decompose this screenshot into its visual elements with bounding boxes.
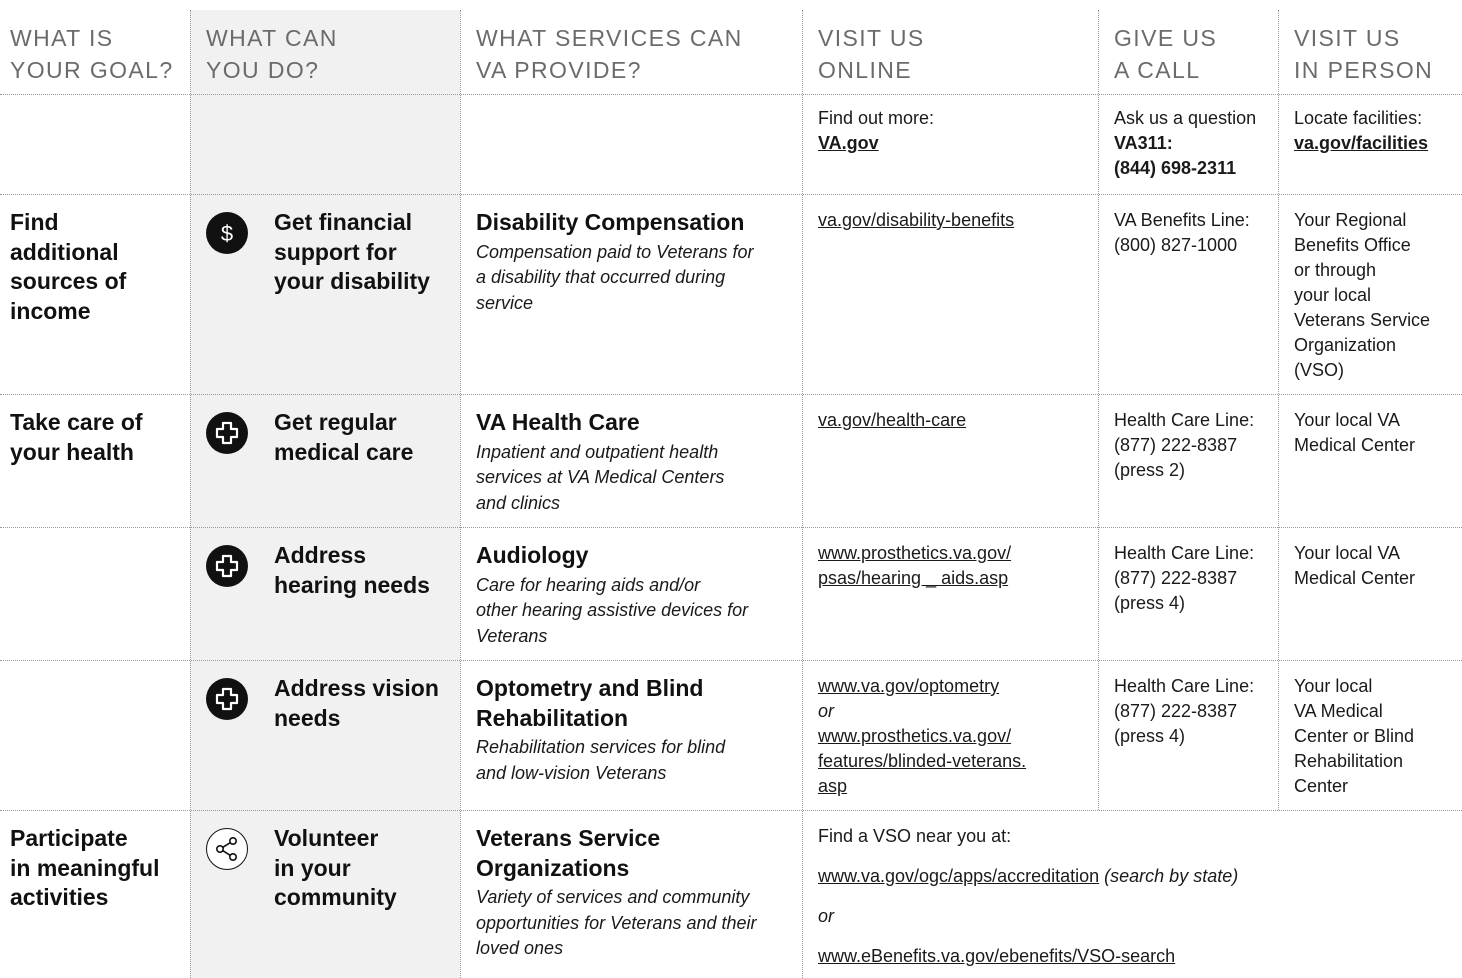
contact-call: Ask us a question VA311: (844) 698-2311	[1114, 106, 1256, 181]
column-divider	[460, 10, 461, 978]
header-goal: WHAT IS YOUR GOAL?	[10, 25, 174, 83]
header-what-can-you-do: WHAT CAN YOU DO?	[206, 25, 338, 83]
header-online: VISIT US ONLINE	[818, 25, 925, 83]
in-person-audiology: Your local VA Medical Center	[1294, 543, 1416, 588]
service-vso: Veterans Service Organizations Variety o…	[476, 825, 757, 958]
action-vision: Address vision needs	[274, 675, 439, 731]
hearing-aids-link[interactable]: psas/hearing _ aids.asp	[818, 566, 1011, 591]
service-optometry: Optometry and Blind Rehabilitation Rehab…	[476, 675, 726, 783]
hearing-aids-link[interactable]: www.prosthetics.va.gov/	[818, 541, 1011, 566]
row-divider	[0, 94, 1462, 95]
online-health-care: va.gov/health-care	[818, 408, 966, 433]
call-audiology: Health Care Line: (877) 222-8387 (press …	[1114, 543, 1255, 613]
accreditation-link[interactable]: www.va.gov/ogc/apps/accreditation	[818, 866, 1099, 886]
vso-finder: Find a VSO near you at: www.va.gov/ogc/a…	[818, 824, 1238, 969]
va311-phone: (844) 698-2311	[1114, 158, 1237, 178]
online-disability: va.gov/disability-benefits	[818, 208, 1014, 233]
call-disability: VA Benefits Line: (800) 827-1000	[1114, 210, 1250, 255]
va-gov-link[interactable]: VA.gov	[818, 131, 934, 156]
medical-cross-icon	[206, 412, 248, 454]
online-audiology: www.prosthetics.va.gov/ psas/hearing _ a…	[818, 541, 1011, 591]
online-optometry: www.va.gov/optometry or www.prosthetics.…	[818, 674, 1026, 799]
column-divider	[1278, 10, 1279, 810]
goal-find-income: Find additional sources of income	[10, 209, 127, 324]
goal-health: Take care of your health	[10, 409, 143, 465]
row-divider	[0, 194, 1462, 195]
service-audiology: Audiology Care for hearing aids and/or o…	[476, 542, 749, 646]
header-call: GIVE US A CALL	[1114, 25, 1218, 83]
row-divider	[0, 527, 1462, 528]
health-care-link[interactable]: va.gov/health-care	[818, 408, 966, 433]
action-volunteer: Volunteer in your community	[274, 825, 397, 910]
contact-online: Find out more: VA.gov	[818, 106, 934, 156]
disability-benefits-link[interactable]: va.gov/disability-benefits	[818, 208, 1014, 233]
action-financial-support: Get financial support for your disabilit…	[274, 209, 430, 294]
in-person-disability: Your Regional Benefits Office or through…	[1294, 210, 1431, 380]
service-health-care: VA Health Care Inpatient and outpatient …	[476, 409, 725, 513]
call-health-care: Health Care Line: (877) 222-8387 (press …	[1114, 410, 1255, 480]
blinded-veterans-link[interactable]: features/blinded-veterans.	[818, 749, 1026, 774]
row-divider	[0, 394, 1462, 395]
optometry-link[interactable]: www.va.gov/optometry	[818, 674, 1026, 699]
call-optometry: Health Care Line: (877) 222-8387 (press …	[1114, 676, 1255, 746]
vso-search-link[interactable]: www.eBenefits.va.gov/ebenefits/VSO-searc…	[818, 944, 1238, 969]
column-divider	[1098, 10, 1099, 810]
medical-cross-icon	[206, 678, 248, 720]
row-divider	[0, 660, 1462, 661]
action-medical-care: Get regular medical care	[274, 409, 414, 465]
in-person-optometry: Your local VA Medical Center or Blind Re…	[1294, 676, 1415, 796]
header-in-person: VISIT US IN PERSON	[1294, 25, 1434, 83]
dollar-icon: $	[206, 212, 248, 254]
column-divider	[190, 10, 191, 978]
goal-participate: Participate in meaningful activities	[10, 825, 160, 910]
row-divider	[0, 810, 1462, 811]
blinded-veterans-link[interactable]: asp	[818, 774, 1026, 799]
svg-text:$: $	[221, 221, 233, 246]
column-divider	[802, 10, 803, 978]
contact-in-person: Locate facilities: va.gov/facilities	[1294, 106, 1428, 156]
blinded-veterans-link[interactable]: www.prosthetics.va.gov/	[818, 724, 1026, 749]
medical-cross-icon	[206, 545, 248, 587]
in-person-health-care: Your local VA Medical Center	[1294, 410, 1416, 455]
header-services: WHAT SERVICES CAN VA PROVIDE?	[476, 25, 743, 83]
service-disability-compensation: Disability Compensation Compensation pai…	[476, 209, 754, 313]
action-hearing: Address hearing needs	[274, 542, 430, 598]
share-icon	[206, 828, 248, 870]
facilities-link[interactable]: va.gov/facilities	[1294, 131, 1428, 156]
